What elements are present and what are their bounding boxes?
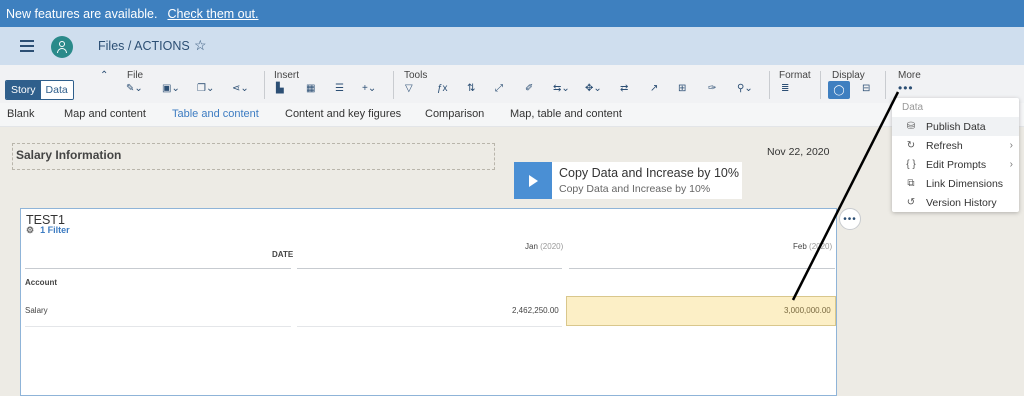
- date-label: Nov 22, 2020: [767, 146, 830, 158]
- header-divider: [25, 268, 291, 269]
- row-label-salary[interactable]: Salary: [25, 306, 48, 315]
- save-icon[interactable]: ▣⌄: [162, 83, 180, 94]
- widget-more-icon[interactable]: •••: [839, 208, 861, 230]
- layout-comparison[interactable]: Comparison: [425, 108, 484, 120]
- layout-map-and-content[interactable]: Map and content: [64, 108, 146, 120]
- story-mode-button[interactable]: Story: [6, 81, 41, 99]
- layout-content-and-key-figures[interactable]: Content and key figures: [285, 108, 401, 120]
- insert-group-label: Insert: [274, 70, 300, 81]
- account-label: Account: [25, 278, 57, 287]
- format-icon[interactable]: ≣: [781, 83, 789, 94]
- chain-icon[interactable]: ⚲⌄: [737, 83, 753, 94]
- toolbar-divider: [264, 71, 265, 99]
- formula-icon[interactable]: ƒx: [437, 83, 448, 94]
- tools-group-label: Tools: [404, 70, 428, 81]
- table-widget[interactable]: TEST1 ⚙ 1 Filter DATE Jan (2020) Feb (202…: [20, 208, 837, 396]
- display-group-label: Display: [832, 70, 865, 81]
- linked-analysis-icon[interactable]: ⇄: [620, 83, 628, 94]
- data-action-trigger[interactable]: Copy Data and Increase by 10% Copy Data …: [514, 162, 742, 199]
- data-mode-button[interactable]: Data: [40, 81, 73, 99]
- story-toolbar: Story Data ⌃ File ✎⌄ ▣⌄ ❐⌄ ⋖⌄ Insert ▙ ▦…: [0, 65, 1024, 103]
- layout-map-table-content[interactable]: Map, table and content: [510, 108, 622, 120]
- date-header: DATE: [272, 250, 294, 259]
- favorite-star-icon[interactable]: ☆: [194, 37, 207, 54]
- layout-blank[interactable]: Blank: [7, 108, 35, 120]
- variable-icon[interactable]: ⊞: [678, 83, 686, 94]
- hamburger-menu-icon[interactable]: [20, 40, 34, 52]
- chart-icon[interactable]: ▙: [276, 83, 284, 94]
- data-action-icon[interactable]: ⇆⌄: [553, 83, 570, 94]
- cell-feb-salary[interactable]: 3,000,000.00: [784, 306, 831, 315]
- layout-table-and-content[interactable]: Table and content: [172, 108, 259, 120]
- toolbar-divider: [769, 71, 770, 99]
- table-icon[interactable]: ▦: [306, 83, 315, 94]
- column-header-feb[interactable]: Feb (2020): [793, 242, 832, 251]
- navigate-icon[interactable]: ↗: [650, 83, 658, 94]
- row-divider: [25, 326, 291, 327]
- layout-templates-bar: Blank Map and content Table and content …: [0, 103, 1024, 127]
- action-subtitle: Copy Data and Increase by 10%: [559, 183, 711, 195]
- format-group-label: Format: [779, 70, 811, 81]
- comment-icon[interactable]: ◯: [828, 81, 850, 99]
- pen-icon[interactable]: ✑: [708, 83, 716, 94]
- banner-link[interactable]: Check them out.: [167, 7, 258, 21]
- toolbar-divider: [820, 71, 821, 99]
- filter-icon[interactable]: ▽: [405, 83, 413, 94]
- column-header-jan[interactable]: Jan (2020): [525, 242, 563, 251]
- header-divider: [569, 268, 835, 269]
- add-icon[interactable]: +⌄: [362, 83, 376, 94]
- page-title[interactable]: Salary Information: [12, 143, 495, 170]
- avatar[interactable]: [51, 36, 73, 58]
- announcement-banner: New features are available. Check them o…: [0, 0, 1024, 27]
- layout-toggle-icon[interactable]: ⊟: [862, 83, 870, 94]
- filter-token[interactable]: ⚙ 1 Filter: [26, 225, 70, 236]
- toolbar-divider: [393, 71, 394, 99]
- banner-text: New features are available.: [6, 6, 158, 21]
- selection-highlight-box: [892, 98, 1019, 212]
- more-options-icon[interactable]: •••: [898, 81, 914, 95]
- edit-icon[interactable]: ✎⌄: [126, 83, 143, 94]
- expand-icon[interactable]: ⤢: [495, 83, 503, 94]
- input-control-icon[interactable]: ☰: [335, 83, 344, 94]
- action-title: Copy Data and Increase by 10%: [559, 166, 739, 180]
- file-group-label: File: [127, 70, 144, 81]
- row-divider: [297, 326, 562, 327]
- gear-icon: ⚙: [26, 225, 35, 235]
- toolbar-divider: [885, 71, 886, 99]
- collapse-toolbar-icon[interactable]: ⌃: [100, 70, 108, 81]
- more-group-label: More: [898, 70, 921, 81]
- edit-story-icon[interactable]: ✐: [525, 83, 533, 94]
- breadcrumb[interactable]: Files / ACTIONS: [98, 39, 190, 53]
- header-divider: [297, 268, 562, 269]
- filter-label: 1 Filter: [40, 225, 70, 235]
- play-icon[interactable]: [514, 162, 552, 199]
- cell-jan-salary[interactable]: 2,462,250.00: [512, 306, 559, 315]
- sort-icon[interactable]: ⇅: [467, 83, 475, 94]
- mode-switch: Story Data: [5, 80, 74, 100]
- move-icon[interactable]: ✥⌄: [585, 83, 602, 94]
- share-icon[interactable]: ⋖⌄: [232, 83, 249, 94]
- copy-icon[interactable]: ❐⌄: [197, 83, 214, 94]
- shell-bar: Files / ACTIONS ☆: [0, 27, 1024, 65]
